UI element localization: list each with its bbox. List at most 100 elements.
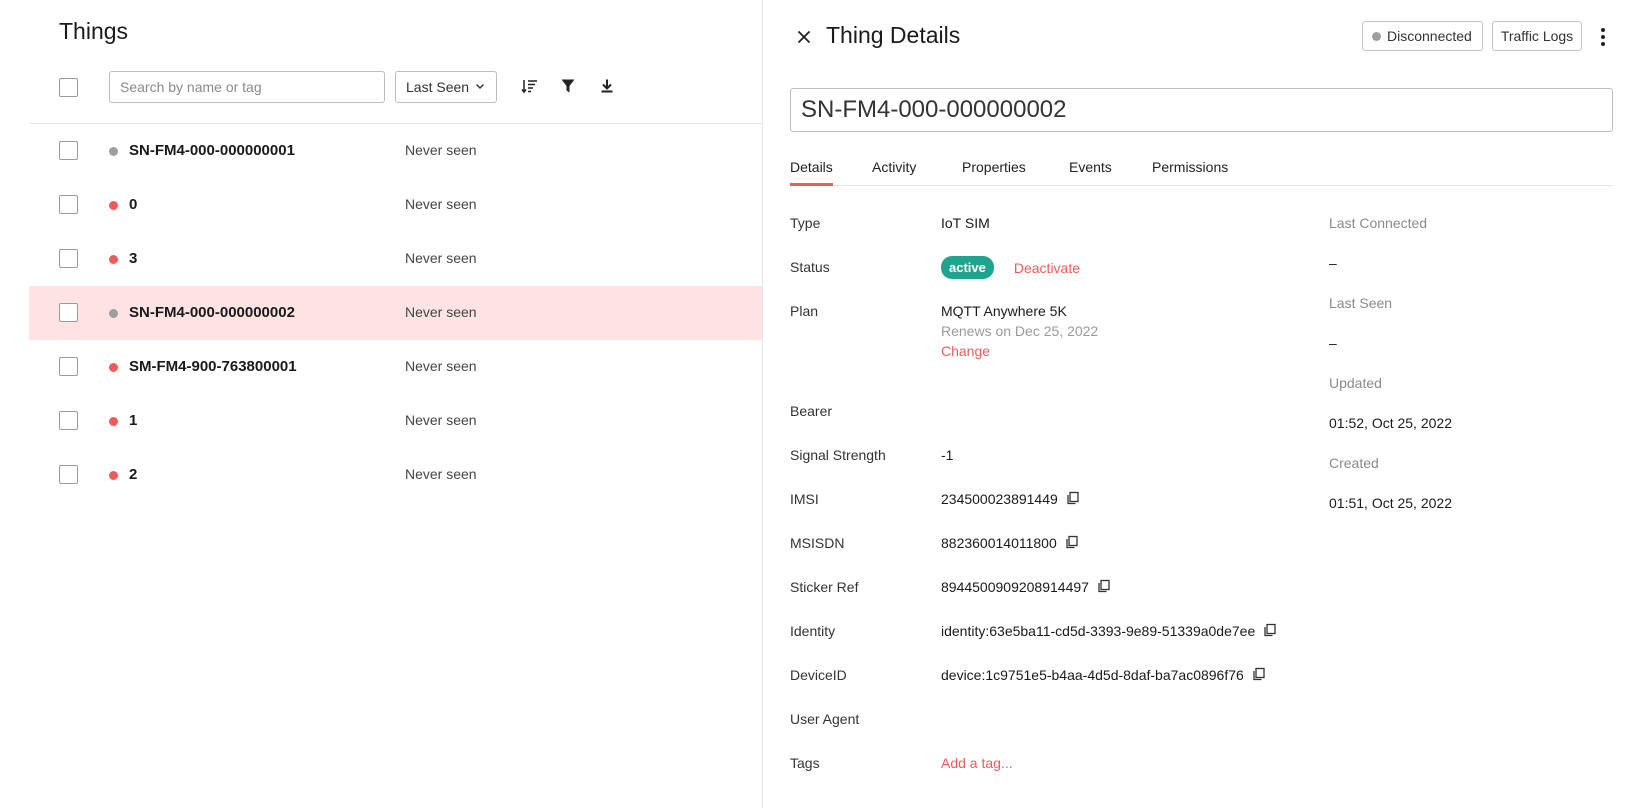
- connection-status-button[interactable]: Disconnected: [1362, 21, 1483, 51]
- identity-label: Identity: [790, 623, 836, 639]
- status-dot: [109, 417, 118, 426]
- msisdn-row: 882360014011800: [941, 535, 1081, 551]
- last-seen: Never seen: [405, 412, 477, 428]
- user-agent-label: User Agent: [790, 711, 860, 727]
- last-seen: Never seen: [405, 196, 477, 212]
- imsi-label: IMSI: [790, 491, 819, 507]
- sticker-ref-value: 8944500909208914497: [941, 579, 1089, 595]
- copy-icon[interactable]: [1065, 535, 1081, 551]
- identity-value: identity:63e5ba11-cd5d-3393-9e89-51339a0…: [941, 623, 1256, 639]
- plan-label: Plan: [790, 303, 819, 319]
- signal-strength-value: -1: [941, 447, 954, 463]
- deviceid-label: DeviceID: [790, 667, 847, 683]
- deviceid-value: device:1c9751e5-b4aa-4d5d-8daf-ba7ac0896…: [941, 667, 1244, 683]
- status-label: Status: [790, 259, 830, 275]
- more-vertical-icon[interactable]: [1595, 25, 1611, 49]
- add-tag-link[interactable]: Add a tag...: [941, 755, 1013, 771]
- last-seen: Never seen: [405, 466, 477, 482]
- thing-name: 0: [129, 196, 138, 213]
- tab-properties[interactable]: Properties: [962, 159, 1026, 186]
- thing-details-panel: Thing Details Disconnected Traffic Logs …: [763, 0, 1638, 808]
- last-seen-value: –: [1329, 335, 1337, 351]
- row-checkbox[interactable]: [59, 411, 78, 430]
- detail-tabs: Details Activity Properties Events Permi…: [790, 159, 1613, 186]
- close-icon[interactable]: [794, 27, 814, 47]
- chevron-down-icon: [474, 79, 486, 95]
- status-dot: [109, 309, 118, 318]
- connection-status-label: Disconnected: [1387, 28, 1472, 44]
- tab-events[interactable]: Events: [1069, 159, 1112, 186]
- tab-details[interactable]: Details: [790, 159, 833, 186]
- row-checkbox[interactable]: [59, 303, 78, 322]
- page-title: Things: [59, 18, 129, 44]
- thing-name: 2: [129, 466, 138, 483]
- plan-renews: Renews on Dec 25, 2022: [941, 323, 1099, 339]
- filter-icon[interactable]: [558, 76, 578, 96]
- signal-strength-label: Signal Strength: [790, 447, 886, 463]
- list-item[interactable]: SN-FM4-000-000000002 Never seen: [29, 286, 762, 340]
- row-checkbox[interactable]: [59, 249, 78, 268]
- change-plan-link[interactable]: Change: [941, 343, 990, 359]
- things-list: SN-FM4-000-000000001 Never seen 0 Never …: [29, 124, 762, 502]
- sticker-ref-label: Sticker Ref: [790, 579, 859, 595]
- msisdn-label: MSISDN: [790, 535, 845, 551]
- tab-activity[interactable]: Activity: [872, 159, 916, 186]
- row-checkbox[interactable]: [59, 465, 78, 484]
- plan-value: MQTT Anywhere 5K: [941, 303, 1067, 319]
- type-label: Type: [790, 215, 821, 231]
- list-item[interactable]: 3 Never seen: [29, 232, 762, 286]
- list-item[interactable]: 1 Never seen: [29, 394, 762, 448]
- status-dot: [109, 201, 118, 210]
- imsi-row: 234500023891449: [941, 491, 1082, 507]
- thing-name: 1: [129, 412, 138, 429]
- status-dot: [109, 147, 118, 156]
- list-item[interactable]: SM-FM4-900-763800001 Never seen: [29, 340, 762, 394]
- identity-row: identity:63e5ba11-cd5d-3393-9e89-51339a0…: [941, 623, 1279, 639]
- copy-icon[interactable]: [1097, 579, 1113, 595]
- last-connected-label: Last Connected: [1329, 215, 1428, 231]
- row-checkbox[interactable]: [59, 141, 78, 160]
- copy-icon[interactable]: [1066, 491, 1082, 507]
- last-seen-label: Last Seen: [1329, 295, 1393, 311]
- sort-icon[interactable]: [520, 76, 540, 96]
- status-dot: [109, 255, 118, 264]
- type-value: IoT SIM: [941, 215, 990, 231]
- download-icon[interactable]: [597, 76, 617, 96]
- deviceid-row: device:1c9751e5-b4aa-4d5d-8daf-ba7ac0896…: [941, 667, 1268, 683]
- row-checkbox[interactable]: [59, 195, 78, 214]
- traffic-logs-button[interactable]: Traffic Logs: [1492, 21, 1582, 51]
- tab-permissions[interactable]: Permissions: [1152, 159, 1228, 186]
- sort-select[interactable]: Last Seen: [395, 71, 497, 103]
- list-item[interactable]: 0 Never seen: [29, 178, 762, 232]
- deactivate-link[interactable]: Deactivate: [1014, 260, 1080, 276]
- copy-icon[interactable]: [1263, 623, 1279, 639]
- row-checkbox[interactable]: [59, 357, 78, 376]
- updated-value: 01:52, Oct 25, 2022: [1329, 415, 1452, 431]
- copy-icon[interactable]: [1252, 667, 1268, 683]
- status-dot: [109, 471, 118, 480]
- thing-name-field[interactable]: [790, 88, 1613, 132]
- bearer-label: Bearer: [790, 403, 833, 419]
- thing-name: SM-FM4-900-763800001: [129, 358, 297, 375]
- thing-name: 3: [129, 250, 138, 267]
- sticker-ref-row: 8944500909208914497: [941, 579, 1113, 595]
- thing-name: SN-FM4-000-000000002: [129, 304, 295, 321]
- last-seen: Never seen: [405, 142, 477, 158]
- sort-select-label: Last Seen: [406, 79, 470, 95]
- created-value: 01:51, Oct 25, 2022: [1329, 495, 1452, 511]
- select-all-checkbox[interactable]: [59, 78, 78, 97]
- last-seen: Never seen: [405, 304, 477, 320]
- last-connected-value: –: [1329, 255, 1337, 271]
- thing-name: SN-FM4-000-000000001: [129, 142, 295, 159]
- msisdn-value: 882360014011800: [941, 535, 1057, 551]
- last-seen: Never seen: [405, 250, 477, 266]
- search-input[interactable]: [109, 71, 385, 103]
- detail-title: Thing Details: [826, 22, 961, 48]
- updated-label: Updated: [1329, 375, 1382, 391]
- list-item[interactable]: 2 Never seen: [29, 448, 762, 502]
- last-seen: Never seen: [405, 358, 477, 374]
- connection-status-dot: [1372, 31, 1381, 41]
- status-dot: [109, 363, 118, 372]
- list-item[interactable]: SN-FM4-000-000000001 Never seen: [29, 124, 762, 178]
- tags-label: Tags: [790, 755, 820, 771]
